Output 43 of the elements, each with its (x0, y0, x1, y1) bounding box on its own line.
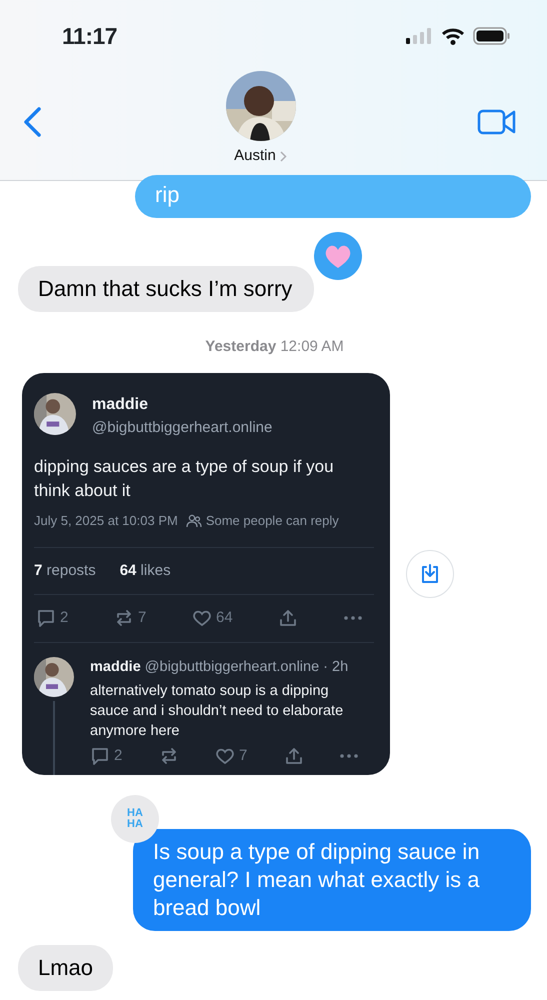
share-button[interactable] (278, 608, 298, 628)
more-button[interactable] (344, 616, 362, 620)
reply-setting: Some people can reply (206, 512, 339, 530)
download-icon (419, 562, 441, 585)
share-icon (278, 608, 298, 628)
comment-button[interactable]: 2 (90, 744, 122, 767)
share-icon (284, 746, 304, 766)
haha-reaction: HA HA (111, 795, 159, 843)
post-date: July 5, 2025 at 10:03 PM (34, 512, 178, 530)
message-bubble: Damn that sucks I’m sorry (18, 266, 314, 312)
like-button[interactable]: 7 (215, 744, 248, 767)
post-stat: 7 reposts (34, 560, 96, 580)
comment-icon (90, 746, 110, 766)
share-button[interactable] (284, 746, 304, 766)
chevron-icon (280, 150, 287, 162)
repost-button[interactable]: 7 (114, 607, 146, 630)
repost-icon (114, 608, 134, 628)
more-icon (340, 754, 358, 758)
status-time: 11:17 (62, 22, 118, 51)
save-button[interactable] (406, 550, 454, 598)
like-button[interactable]: 64 (192, 607, 233, 630)
timestamp: Yesterday 12:09 AM (204, 337, 345, 357)
post-text: dipping sauces are a type of soup if you think about it (33, 456, 335, 502)
heart-icon (192, 608, 212, 628)
signal-icon (405, 27, 433, 45)
message-bubble: rip (135, 175, 531, 218)
wifi-icon (441, 27, 465, 45)
comment-icon (36, 608, 56, 628)
battery-icon (473, 27, 511, 45)
more-button[interactable] (340, 754, 358, 758)
heart-reaction-icon (314, 232, 362, 280)
people-icon (186, 514, 202, 528)
message-bubble: Is soup a type of dipping sauce in general? I mean what exactly is a bread bowl (133, 829, 531, 931)
reply-byline: maddie @bigbuttbiggerheart.online · 2h (90, 658, 350, 676)
post-stat: 64 likes (120, 560, 171, 580)
contact-name[interactable]: Austin (234, 144, 287, 168)
more-icon (344, 616, 362, 620)
author-handle: @bigbuttbiggerheart.online (92, 418, 272, 438)
message-bubble: Lmao (18, 945, 114, 991)
reply-text: alternatively tomato soup is a dipping sauce and i shouldn’t need to elaborate anymore here (90, 682, 344, 740)
comment-button[interactable]: 2 (36, 607, 68, 630)
author-name: maddie (92, 394, 150, 414)
video-call-button[interactable] (477, 108, 517, 136)
